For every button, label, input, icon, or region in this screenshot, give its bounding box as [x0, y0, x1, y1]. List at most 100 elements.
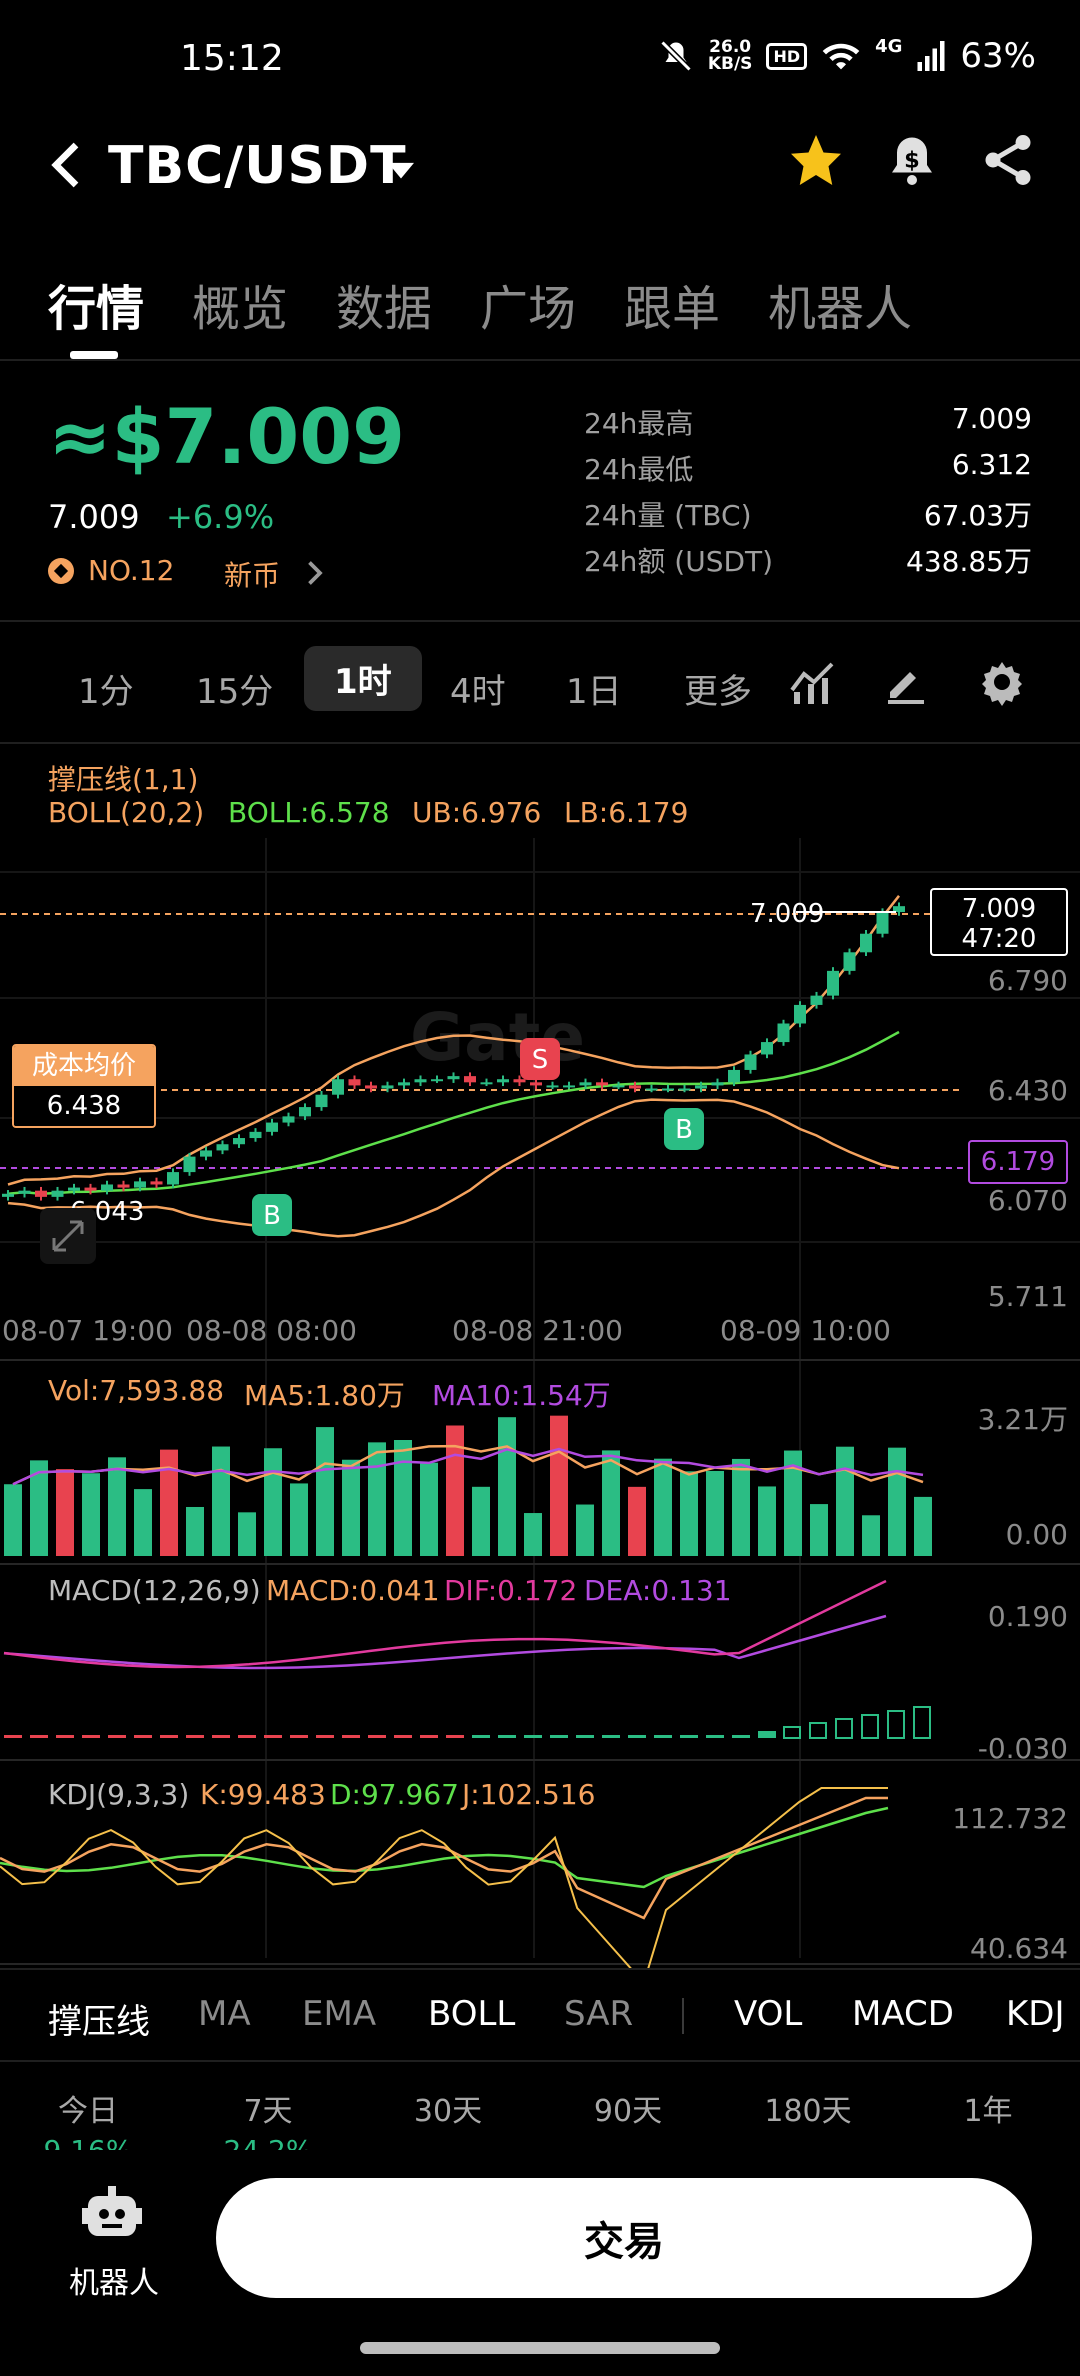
stat-volume-label: 24h量 (TBC): [584, 499, 752, 532]
home-indicator[interactable]: [360, 2342, 720, 2354]
macd-axis-top: 0.190: [987, 1600, 1068, 1633]
net-speed-unit: KB/S: [707, 54, 753, 74]
price-alert-icon[interactable]: $: [882, 130, 942, 190]
buy-marker-2[interactable]: B: [664, 1108, 704, 1150]
timeframe-1h[interactable]: 1时: [304, 646, 422, 711]
price-change: +6.9%: [166, 498, 275, 536]
kdj-d: D:97.967: [330, 1778, 459, 1811]
candle-body: [513, 1079, 526, 1083]
volume-bar: [836, 1446, 854, 1556]
vol-axis-bottom: 0.00: [1005, 1518, 1068, 1551]
indicator-tab-sar[interactable]: SAR: [564, 1994, 633, 2034]
candle-body: [167, 1172, 179, 1185]
volume-bar: [758, 1486, 776, 1556]
kdj-j: J:102.516: [462, 1778, 596, 1811]
timeframe-more[interactable]: 更多: [684, 664, 752, 713]
svg-text:$: $: [904, 148, 920, 174]
tab-square[interactable]: 广场: [480, 269, 576, 339]
tab-market[interactable]: 行情: [48, 269, 144, 339]
share-icon[interactable]: [978, 130, 1038, 190]
indicator-tab-sr[interactable]: 撑压线: [48, 1994, 150, 2043]
robot-icon[interactable]: [82, 2186, 142, 2242]
sell-marker[interactable]: S: [520, 1038, 560, 1080]
back-button[interactable]: [48, 140, 84, 203]
timeframe-1d[interactable]: 1日: [566, 664, 622, 713]
macd-histogram-bar: [56, 1735, 74, 1738]
settings-icon[interactable]: [978, 658, 1026, 706]
candle-body: [117, 1184, 130, 1188]
indicator-icon[interactable]: [788, 658, 836, 706]
time-axis-4: 08-09 10:00: [720, 1314, 891, 1347]
macd-histogram-bar: [290, 1735, 308, 1738]
period-30d-label: 30天: [413, 2094, 483, 2129]
macd-histogram-bar: [264, 1735, 282, 1738]
avg-cost-label: 成本均价: [14, 1046, 154, 1086]
bot-label[interactable]: 机器人: [62, 2258, 166, 2302]
volume-bar: [108, 1457, 126, 1556]
avg-cost-tag[interactable]: 成本均价 6.438: [12, 1044, 156, 1128]
star-icon[interactable]: [786, 130, 846, 190]
fullscreen-icon[interactable]: [40, 1208, 96, 1264]
indicator-tab-ema[interactable]: EMA: [302, 1994, 376, 2034]
candle-body: [266, 1122, 278, 1132]
timeframe-4h[interactable]: 4时: [450, 664, 506, 713]
current-price-tag-value: 7.009: [961, 894, 1037, 924]
wifi-icon: [822, 43, 860, 70]
candle-body: [101, 1184, 113, 1191]
volume-bar: [368, 1442, 386, 1556]
candle-body: [827, 970, 839, 996]
volume-bar: [602, 1450, 620, 1556]
indicator-tab-boll[interactable]: BOLL: [428, 1994, 515, 2034]
current-price-tag[interactable]: 7.009 47:20: [930, 888, 1068, 956]
tab-bot[interactable]: 机器人: [768, 269, 912, 339]
macd-histogram-bar: [420, 1735, 438, 1738]
candle-body: [51, 1190, 64, 1197]
price-axis-4: 5.711: [987, 1280, 1068, 1313]
candle-body: [530, 1082, 542, 1086]
tab-data[interactable]: 数据: [336, 269, 432, 339]
volume-bar: [524, 1513, 542, 1556]
indicator-tabs: 撑压线 MA EMA BOLL SAR VOL MACD KDJ: [0, 1968, 1080, 2062]
indicator-tab-vol[interactable]: VOL: [734, 1994, 802, 2034]
period-today-label: 今日: [58, 2094, 118, 2129]
stat-low-value: 6.312: [951, 448, 1032, 481]
macd-histogram-bar: [602, 1735, 620, 1738]
indicator-tab-ma[interactable]: MA: [198, 1994, 251, 2034]
candle-body: [645, 1088, 658, 1091]
volume-bar: [290, 1483, 308, 1556]
macd-histogram-bar: [835, 1718, 853, 1739]
trade-button[interactable]: 交易: [216, 2178, 1032, 2298]
volume-bar: [576, 1504, 594, 1556]
kdj-k: K:99.483: [200, 1778, 326, 1811]
macd-histogram-bar: [913, 1706, 931, 1739]
volume-bars: [4, 1415, 932, 1556]
chart-area[interactable]: 撑压线(1,1) BOLL(20,2) BOLL:6.578 UB:6.976 …: [0, 748, 1080, 1968]
stat-low-label: 24h最低: [584, 453, 694, 486]
timeframe-15m[interactable]: 15分: [196, 664, 273, 713]
indicator-tab-kdj[interactable]: KDJ: [1006, 1994, 1065, 2034]
buy-marker-1[interactable]: B: [252, 1194, 292, 1236]
volume-bar: [264, 1448, 282, 1556]
candle-body: [480, 1082, 493, 1085]
chevron-right-icon[interactable]: [304, 558, 324, 588]
volume-bar: [810, 1504, 828, 1556]
pair-selector[interactable]: TBC/USDT: [108, 136, 407, 196]
volume-bar: [628, 1486, 646, 1556]
rank-badge[interactable]: NO.12: [48, 554, 174, 587]
kdj-label: KDJ(9,3,3): [48, 1778, 190, 1811]
indicator-tab-macd[interactable]: MACD: [852, 1994, 954, 2034]
volume-bar: [680, 1471, 698, 1556]
vol-ma5-label: MA5:1.80万: [244, 1379, 405, 1412]
volume-bar: [654, 1458, 672, 1556]
tab-overview[interactable]: 概览: [192, 269, 288, 339]
macd-histogram-bar: [160, 1735, 178, 1738]
kdj-j-line: [0, 1787, 888, 1968]
new-coin-link[interactable]: 新币: [224, 554, 280, 594]
macd-histogram-bar: [238, 1735, 256, 1738]
timeframe-1m[interactable]: 1分: [78, 664, 134, 713]
tab-copy-trading[interactable]: 跟单: [624, 269, 720, 339]
period-1y-label: 1年: [963, 2094, 1013, 2129]
macd-histogram-bar: [887, 1710, 905, 1739]
draw-tool-icon[interactable]: [882, 658, 930, 706]
caret-down-icon[interactable]: [388, 162, 414, 182]
